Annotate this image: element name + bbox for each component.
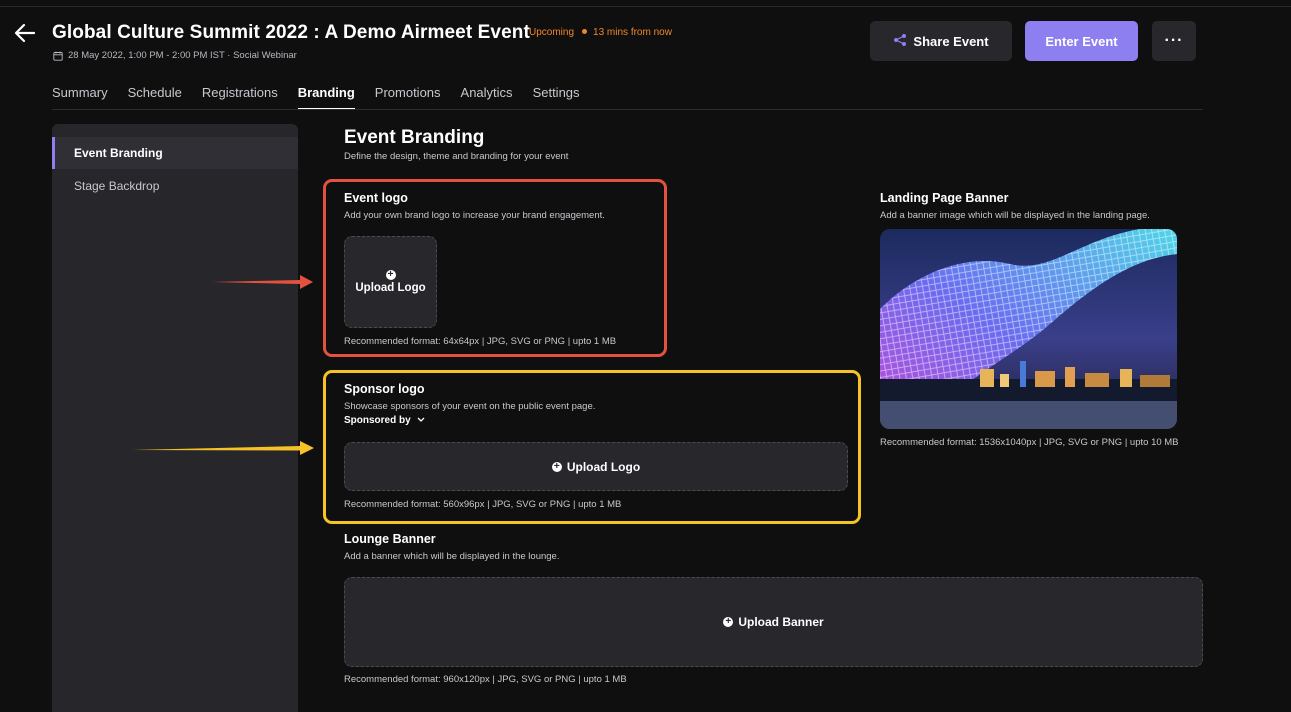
sidebar-item-event-branding[interactable]: Event Branding [52, 137, 298, 169]
page-subtitle: Define the design, theme and branding fo… [344, 151, 569, 162]
upload-logo-label: Upload Logo [355, 282, 426, 294]
event-date-line: 28 May 2022, 1:00 PM - 2:00 PM IST · Soc… [53, 50, 297, 61]
calendar-icon [53, 51, 63, 61]
plus-circle-icon: + [551, 461, 562, 472]
more-icon[interactable]: ··· [1152, 21, 1196, 61]
plus-circle-icon: + [385, 270, 396, 280]
status-label: Upcoming [529, 27, 575, 38]
top-divider [0, 6, 1291, 7]
chevron-down-icon [417, 415, 425, 426]
tab-schedule[interactable]: Schedule [128, 85, 182, 110]
landing-banner-format: Recommended format: 1536x1040px | JPG, S… [880, 437, 1179, 448]
tab-settings[interactable]: Settings [533, 85, 580, 110]
sidebar-item-stage-backdrop[interactable]: Stage Backdrop [52, 170, 298, 202]
event-logo-title: Event logo [344, 191, 408, 205]
sponsored-by-dropdown[interactable]: Sponsored by [344, 415, 425, 426]
event-logo-format: Recommended format: 64x64px | JPG, SVG o… [344, 336, 617, 347]
landing-banner-title: Landing Page Banner [880, 191, 1009, 205]
red-arrow-icon [212, 272, 314, 297]
lounge-banner-title: Lounge Banner [344, 532, 436, 546]
event-tabs: Summary Schedule Registrations Branding … [52, 85, 600, 110]
share-event-label: Share Event [913, 33, 989, 49]
back-arrow-icon[interactable] [12, 20, 38, 46]
share-icon [893, 33, 907, 50]
upload-banner-label: Upload Banner [738, 615, 824, 629]
branding-sidebar: Event Branding Stage Backdrop [52, 124, 298, 712]
upload-lounge-banner-button[interactable]: + Upload Banner [344, 577, 1203, 667]
tab-summary[interactable]: Summary [52, 85, 108, 110]
share-event-button[interactable]: Share Event [870, 21, 1012, 61]
plus-circle-icon: + [723, 617, 734, 627]
lounge-banner-format: Recommended format: 960x120px | JPG, SVG… [344, 674, 627, 685]
status-time: 13 mins from now [593, 27, 672, 38]
status-dot [582, 29, 588, 35]
event-date: 28 May 2022, 1:00 PM - 2:00 PM IST · Soc… [68, 50, 297, 61]
landing-banner-desc: Add a banner image which will be display… [880, 210, 1150, 221]
tabs-divider [52, 109, 1203, 110]
sponsor-logo-desc: Showcase sponsors of your event on the p… [344, 401, 596, 412]
tab-promotions[interactable]: Promotions [375, 85, 441, 110]
tab-registrations[interactable]: Registrations [202, 85, 278, 110]
upload-logo-label: Upload Logo [566, 459, 641, 474]
event-status: Upcoming 13 mins from now [529, 27, 672, 38]
sponsor-logo-title: Sponsor logo [344, 382, 425, 396]
lounge-banner-desc: Add a banner which will be displayed in … [344, 551, 560, 562]
upload-event-logo-button[interactable]: + Upload Logo [344, 236, 437, 328]
tab-analytics[interactable]: Analytics [461, 85, 513, 110]
tab-branding[interactable]: Branding [297, 85, 355, 110]
enter-event-button[interactable]: Enter Event [1025, 21, 1138, 61]
sponsored-by-value: Sponsored by [344, 415, 411, 426]
event-title: Global Culture Summit 2022 : A Demo Airm… [52, 22, 530, 43]
yellow-arrow-icon [132, 438, 315, 463]
upload-sponsor-logo-button[interactable]: + Upload Logo [344, 442, 848, 491]
page-title: Event Branding [344, 127, 485, 148]
event-logo-desc: Add your own brand logo to increase your… [344, 210, 605, 221]
sponsor-logo-format: Recommended format: 560x96px | JPG, SVG … [344, 499, 622, 510]
landing-banner-image[interactable] [880, 229, 1177, 429]
